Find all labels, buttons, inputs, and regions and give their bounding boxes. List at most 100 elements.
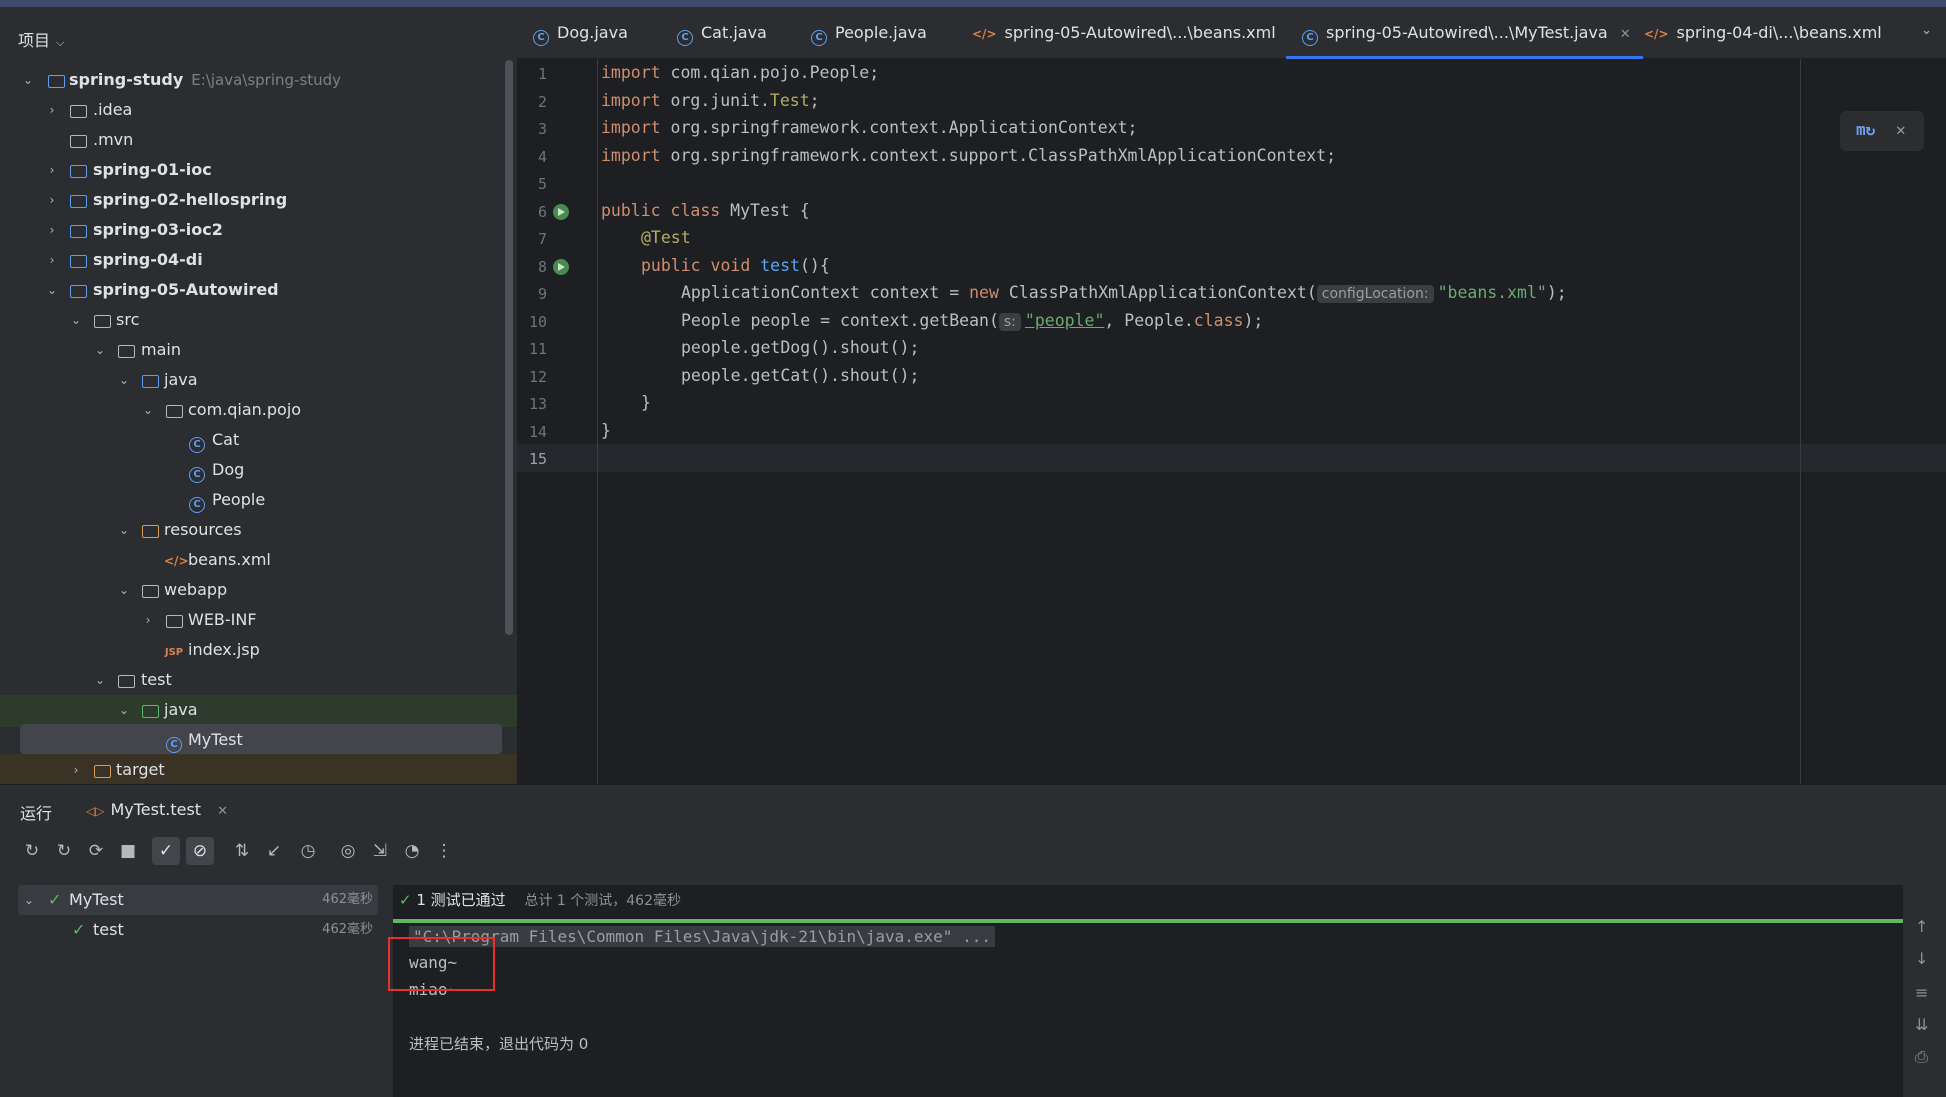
chevron-right-icon[interactable]: ›	[140, 605, 156, 635]
rerun-icon[interactable]: ↻	[18, 837, 46, 865]
tree-item-spring-05-autowired[interactable]: ⌄ spring-05-Autowired	[0, 275, 517, 305]
chevron-down-icon[interactable]: ⌄	[116, 515, 132, 545]
soft-wrap-icon[interactable]: ≡	[1915, 983, 1928, 1002]
tree-item-main[interactable]: ⌄ main	[0, 335, 517, 365]
tab-label: spring-05-Autowired\...\MyTest.java	[1326, 23, 1608, 42]
right-margin-guide	[1800, 59, 1801, 784]
scroll-to-end-icon[interactable]: ⇊	[1915, 1015, 1928, 1034]
more-options-icon[interactable]: ⋮	[430, 837, 458, 865]
tree-item-index-jsp[interactable]: JSP index.jsp	[0, 635, 517, 665]
tab-autowired-beans-xml[interactable]: </> spring-05-Autowired\...\beans.xml	[972, 7, 1276, 59]
project-panel-title: 项目	[18, 31, 51, 50]
tree-item-webapp[interactable]: ⌄ webapp	[0, 575, 517, 605]
run-config-tab[interactable]: ◁▷ MyTest.test ✕	[86, 800, 228, 819]
chevron-down-icon: ⌵	[56, 36, 65, 49]
tree-item-beans-xml[interactable]: </> beans.xml	[0, 545, 517, 575]
chevron-down-icon[interactable]: ⌄	[116, 695, 132, 725]
line-number: 8	[537, 258, 547, 276]
project-scrollbar[interactable]	[505, 60, 513, 635]
tab-cat-java[interactable]: C Cat.java	[677, 7, 767, 59]
test-case-row[interactable]: ✓ test 462毫秒	[0, 915, 393, 945]
coverage-icon[interactable]: ◔	[398, 837, 426, 865]
tree-item-package[interactable]: ⌄ com.qian.pojo	[0, 395, 517, 425]
tree-item-label: spring-03-ioc2	[93, 220, 223, 239]
reload-maven-icon[interactable]: m↻	[1856, 120, 1875, 139]
export-icon[interactable]: ⇲	[366, 837, 394, 865]
tree-item-label: .idea	[93, 100, 133, 119]
sort-icon[interactable]: ⇅	[228, 837, 256, 865]
project-panel-header[interactable]: 项目 ⌵	[18, 27, 64, 51]
tree-item-main-java[interactable]: ⌄ java	[0, 365, 517, 395]
tree-item-src[interactable]: ⌄ src	[0, 305, 517, 335]
tree-item-resources[interactable]: ⌄ resources	[0, 515, 517, 545]
chevron-right-icon[interactable]: ›	[44, 185, 60, 215]
chevron-down-icon[interactable]: ⌄	[44, 275, 60, 305]
test-suite-row[interactable]: ⌄ ✓ MyTest 462毫秒	[0, 885, 393, 915]
tree-item-mytest[interactable]: C MyTest	[0, 725, 517, 755]
chevron-right-icon[interactable]: ›	[44, 215, 60, 245]
show-passed-icon[interactable]: ✓	[152, 837, 180, 865]
tree-item-spring-01-ioc[interactable]: › spring-01-ioc	[0, 155, 517, 185]
tab-dog-java[interactable]: C Dog.java	[533, 7, 628, 59]
package-icon	[164, 395, 184, 425]
tree-item-label: spring-02-hellospring	[93, 190, 288, 209]
tree-item-web-inf[interactable]: › WEB-INF	[0, 605, 517, 635]
test-results-tree: ⌄ ✓ MyTest 462毫秒 ✓ test 462毫秒	[0, 885, 393, 1097]
tree-item-idea[interactable]: › .idea	[0, 95, 517, 125]
arrow-up-icon[interactable]: ↑	[1915, 917, 1928, 936]
tree-item-spring-03-ioc2[interactable]: › spring-03-ioc2	[0, 215, 517, 245]
close-icon[interactable]: ✕	[1620, 27, 1631, 42]
tree-item-spring-study[interactable]: ⌄ spring-study E:\java\spring-study	[0, 65, 517, 95]
tree-item-people[interactable]: C People	[0, 485, 517, 515]
console-output[interactable]: ✓ 1 测试已通过 总计 1 个测试，462毫秒 "C:\Program Fil…	[388, 885, 1903, 1097]
chevron-right-icon[interactable]: ›	[68, 755, 84, 784]
chevron-down-icon[interactable]: ⌄	[20, 65, 36, 95]
chevron-right-icon[interactable]: ›	[44, 95, 60, 125]
close-icon[interactable]: ✕	[217, 804, 228, 819]
chevron-down-icon[interactable]: ⌄	[1921, 23, 1932, 38]
line-number: 11	[528, 340, 547, 358]
print-icon[interactable]: ⎙	[1915, 1047, 1928, 1067]
console-command-line[interactable]: "C:\Program Files\Common Files\Java\jdk-…	[409, 926, 995, 947]
tree-item-label: spring-study	[69, 70, 184, 89]
tree-item-mvn[interactable]: .mvn	[0, 125, 517, 155]
camera-icon[interactable]: ◎	[334, 837, 362, 865]
import-tests-icon[interactable]: ↙	[260, 837, 288, 865]
code-editor[interactable]: 1 2 3 4 5 6 7 8 9 10 11 12 13 14 15 impo…	[517, 59, 1946, 784]
run-gutter-icon[interactable]	[553, 259, 569, 275]
line-number: 4	[537, 148, 547, 166]
tree-item-target[interactable]: › target	[0, 755, 517, 784]
show-ignored-icon[interactable]: ⊘	[186, 837, 214, 865]
chevron-down-icon[interactable]: ⌄	[116, 365, 132, 395]
chevron-down-icon[interactable]: ⌄	[24, 885, 34, 915]
rerun-failed-icon[interactable]: ↻	[50, 837, 78, 865]
chevron-down-icon[interactable]: ⌄	[68, 305, 84, 335]
chevron-down-icon[interactable]: ⌄	[92, 335, 108, 365]
chevron-right-icon[interactable]: ›	[44, 155, 60, 185]
tab-di-beans-xml[interactable]: </> spring-04-di\...\beans.xml	[1644, 7, 1882, 59]
chevron-right-icon[interactable]: ›	[44, 245, 60, 275]
tree-item-test[interactable]: ⌄ test	[0, 665, 517, 695]
chevron-down-icon[interactable]: ⌄	[92, 665, 108, 695]
module-folder-icon	[68, 155, 88, 185]
close-icon[interactable]: ✕	[1896, 120, 1906, 139]
xml-file-icon: </>	[164, 554, 189, 568]
tree-item-dog[interactable]: C Dog	[0, 455, 517, 485]
tree-item-label: index.jsp	[188, 640, 260, 659]
toggle-auto-test-icon[interactable]: ⟳	[82, 837, 110, 865]
history-icon[interactable]: ◷	[294, 837, 322, 865]
tree-item-test-java[interactable]: ⌄ java	[0, 695, 517, 725]
tab-people-java[interactable]: C People.java	[811, 7, 927, 59]
tree-item-spring-02-hellospring[interactable]: › spring-02-hellospring	[0, 185, 517, 215]
chevron-down-icon[interactable]: ⌄	[116, 575, 132, 605]
folder-icon	[164, 605, 184, 635]
run-gutter-icon[interactable]	[553, 204, 569, 220]
tree-item-spring-04-di[interactable]: › spring-04-di	[0, 245, 517, 275]
arrow-down-icon[interactable]: ↓	[1915, 949, 1928, 968]
tab-mytest-java[interactable]: Cspring-05-Autowired\...\MyTest.java ✕	[1286, 7, 1643, 59]
chevron-down-icon[interactable]: ⌄	[140, 395, 156, 425]
code-line-14: }	[601, 421, 611, 440]
parameter-hint: s:	[998, 313, 1021, 331]
tree-item-cat[interactable]: C Cat	[0, 425, 517, 455]
stop-icon[interactable]: ■	[114, 837, 142, 865]
